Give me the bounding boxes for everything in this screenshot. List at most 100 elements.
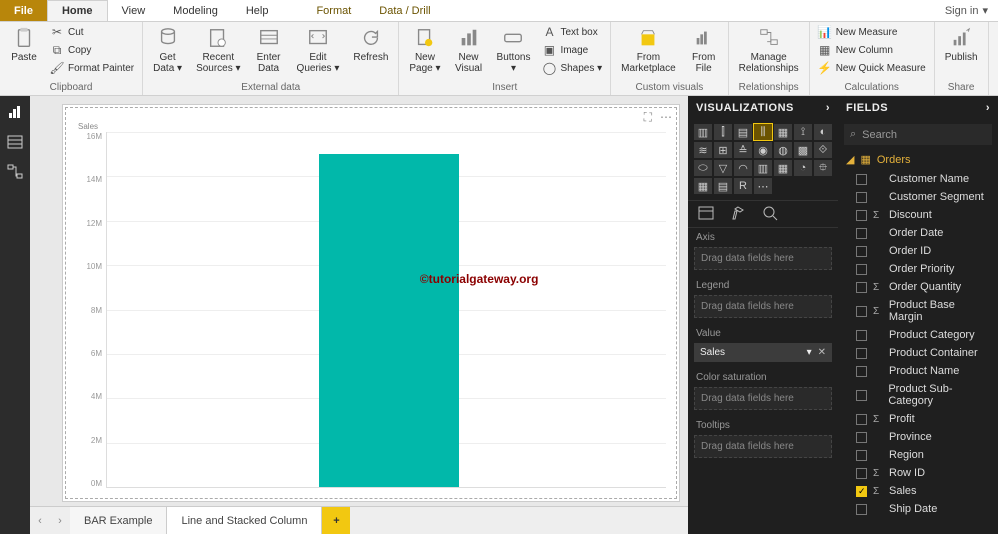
collapse-icon[interactable]: › [986,102,990,114]
format-painter-button[interactable]: 🖌Format Painter [48,60,136,76]
tab-home[interactable]: Home [47,0,108,21]
field-checkbox[interactable] [856,264,867,275]
field-checkbox[interactable] [856,390,867,401]
vis-type-icon[interactable]: ▤ [734,124,752,140]
tab-format[interactable]: Format [302,0,365,21]
field-checkbox[interactable] [856,486,867,497]
vis-type-icon[interactable]: ⫿ [714,124,732,140]
field-item[interactable]: ΣProduct Base Margin [838,296,998,326]
field-checkbox[interactable] [856,348,867,359]
data-view-icon[interactable] [7,134,23,150]
add-page-button[interactable]: + [322,507,350,534]
bar[interactable] [319,154,459,487]
tab-file[interactable]: File [0,0,47,21]
textbox-button[interactable]: AText box [540,24,604,40]
vis-type-icon[interactable]: ▦ [774,160,792,176]
well-tooltips-slot[interactable]: Drag data fields here [694,435,832,458]
field-item[interactable]: ΣDiscount [838,206,998,224]
analytics-tab-icon[interactable] [762,205,778,221]
vis-type-icon[interactable]: ▩ [794,142,812,158]
from-file-button[interactable]: From File [686,24,722,76]
cut-button[interactable]: ✂Cut [48,24,136,40]
tab-data-drill[interactable]: Data / Drill [365,0,444,21]
field-item[interactable]: ΣRow ID [838,464,998,482]
vis-type-icon[interactable]: ▤ [714,178,732,194]
well-colorsat-slot[interactable]: Drag data fields here [694,387,832,410]
field-item[interactable]: ΣSales [838,482,998,500]
vis-type-icon[interactable]: ⊞ [714,142,732,158]
image-button[interactable]: ▣Image [540,42,604,58]
vis-type-icon[interactable]: ◐ [814,124,832,140]
vis-type-icon[interactable]: ≋ [694,142,712,158]
table-orders[interactable]: ◢ ▦ Orders [838,149,998,170]
field-item[interactable]: Product Container [838,344,998,362]
field-item[interactable]: Province [838,428,998,446]
field-item[interactable]: Customer Segment [838,188,998,206]
field-item[interactable]: Ship Date [838,500,998,518]
field-checkbox[interactable] [856,504,867,515]
field-item[interactable]: Region [838,446,998,464]
field-checkbox[interactable] [856,228,867,239]
vis-type-icon[interactable]: ◠ [734,160,752,176]
collapse-icon[interactable]: › [826,102,830,114]
vis-type-icon[interactable]: ◉ [754,142,772,158]
chip-chevron-icon[interactable]: ▾ [807,347,812,358]
vis-type-icon[interactable]: ◍ [774,142,792,158]
field-checkbox[interactable] [856,306,867,317]
vis-type-icon[interactable]: ⬭ [694,160,712,176]
tab-help[interactable]: Help [232,0,283,21]
well-axis-slot[interactable]: Drag data fields here [694,247,832,270]
new-visual-button[interactable]: New Visual [451,24,487,76]
field-checkbox[interactable] [856,282,867,293]
field-item[interactable]: Order Date [838,224,998,242]
from-marketplace-button[interactable]: From Marketplace [617,24,679,76]
vis-type-icon[interactable]: R [734,178,752,194]
publish-button[interactable]: Publish [941,24,982,65]
report-canvas[interactable]: ⛶ ⋯ Sales 16M14M12M10M8M6M4M2M0M ©tutori… [30,96,688,506]
vis-type-icon[interactable]: ▥ [754,160,772,176]
vis-type-icon[interactable]: ▽ [714,160,732,176]
well-legend-slot[interactable]: Drag data fields here [694,295,832,318]
field-checkbox[interactable] [856,414,867,425]
tab-modeling[interactable]: Modeling [159,0,232,21]
field-checkbox[interactable] [856,366,867,377]
fields-tab-icon[interactable] [698,205,714,221]
field-checkbox[interactable] [856,174,867,185]
vis-type-icon[interactable]: ▦ [774,124,792,140]
vis-type-icon[interactable]: ⫼ [754,124,772,140]
new-page-button[interactable]: New Page ▾ [405,24,444,76]
field-item[interactable]: Order Priority [838,260,998,278]
field-checkbox[interactable] [856,330,867,341]
sign-in-link[interactable]: Sign in ▾ [935,0,998,21]
new-column-button[interactable]: ▦New Column [816,42,928,58]
report-view-icon[interactable] [7,104,23,120]
visual-selection[interactable]: ⛶ ⋯ Sales 16M14M12M10M8M6M4M2M0M ©tutori… [65,107,677,499]
new-quick-measure-button[interactable]: ⚡New Quick Measure [816,60,928,76]
vis-type-icon[interactable]: ⯐ [814,160,832,176]
get-data-button[interactable]: Get Data ▾ [149,24,186,76]
model-view-icon[interactable] [7,164,23,180]
chip-remove-icon[interactable]: ✕ [818,347,826,358]
shapes-button[interactable]: ◯Shapes ▾ [540,60,604,76]
vis-type-icon[interactable]: ⋯ [754,178,772,194]
field-checkbox[interactable] [856,192,867,203]
new-measure-button[interactable]: 📊New Measure [816,24,928,40]
field-item[interactable]: ΣOrder Quantity [838,278,998,296]
field-item[interactable]: ΣProfit [838,410,998,428]
field-item[interactable]: Product Name [838,362,998,380]
tab-view[interactable]: View [108,0,160,21]
field-checkbox[interactable] [856,432,867,443]
refresh-button[interactable]: Refresh [349,24,392,65]
enter-data-button[interactable]: Enter Data [251,24,287,76]
format-tab-icon[interactable] [730,205,746,221]
buttons-button[interactable]: Buttons ▾ [493,24,535,76]
fields-search[interactable]: ⌕ Search [844,124,992,145]
vis-type-icon[interactable]: ≙ [734,142,752,158]
copy-button[interactable]: ⧉Copy [48,42,136,58]
manage-relationships-button[interactable]: Manage Relationships [735,24,803,76]
vis-type-icon[interactable]: ◔ [794,160,812,176]
field-item[interactable]: Product Sub-Category [838,380,998,410]
field-checkbox[interactable] [856,450,867,461]
page-tab-2[interactable]: Line and Stacked Column [167,507,322,534]
vis-type-icon[interactable]: ⟐ [814,142,832,158]
